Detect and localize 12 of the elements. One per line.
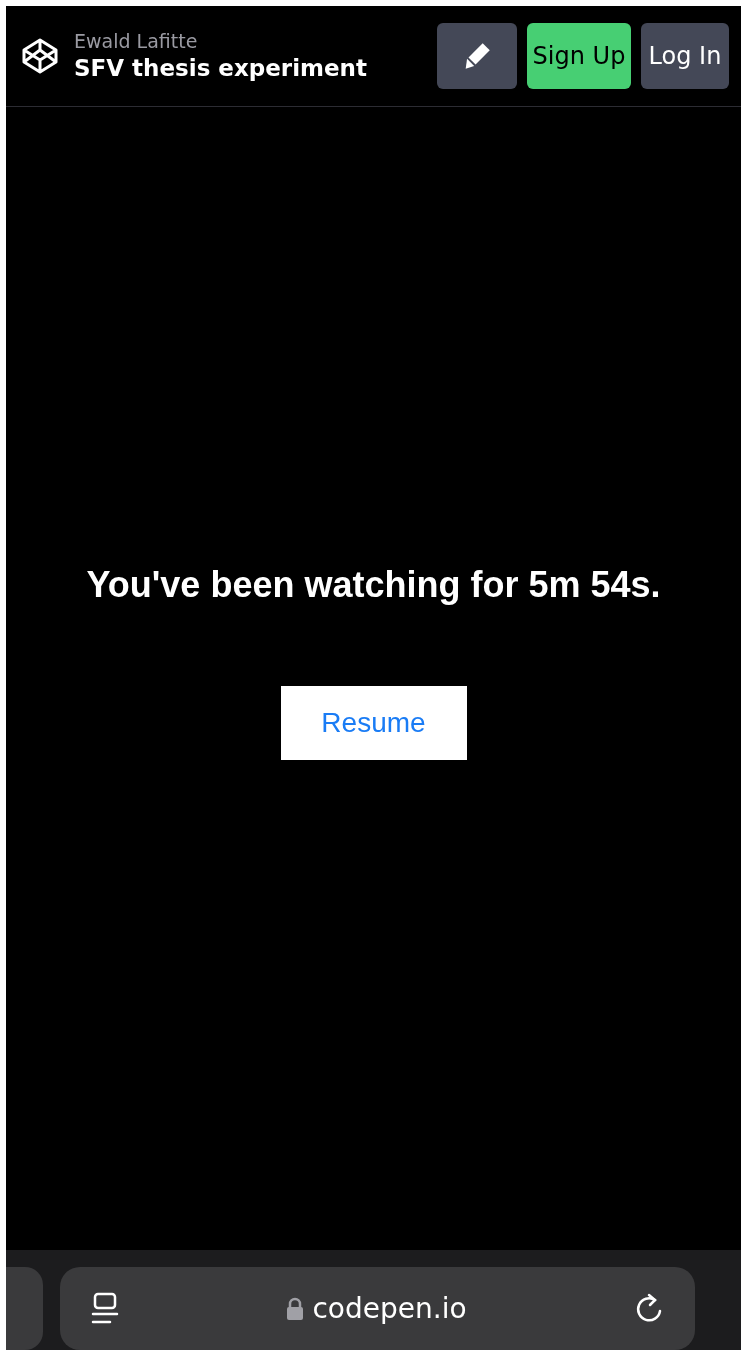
cube-logo-icon: [20, 36, 60, 76]
watch-time-message: You've been watching for 5m 54s.: [86, 562, 661, 607]
pen-title: SFV thesis experiment: [74, 53, 367, 83]
log-in-button[interactable]: Log In: [641, 23, 729, 89]
resume-button[interactable]: Resume: [280, 685, 467, 760]
sign-up-button[interactable]: Sign Up: [527, 23, 631, 89]
url-text: codepen.io: [312, 1290, 467, 1327]
reader-icon[interactable]: [90, 1291, 120, 1326]
address-bar[interactable]: codepen.io: [60, 1267, 695, 1350]
edit-button[interactable]: [437, 23, 517, 89]
author-name[interactable]: Ewald Lafitte: [74, 29, 367, 54]
lock-icon: [286, 1296, 305, 1321]
